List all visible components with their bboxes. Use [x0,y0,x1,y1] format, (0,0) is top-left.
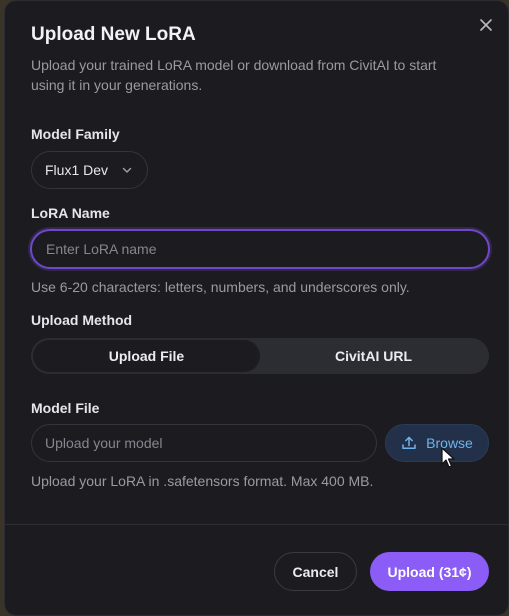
upload-method-label: Upload Method [31,312,133,328]
chevron-down-icon [122,167,132,173]
lora-name-hint: Use 6-20 characters: letters, numbers, a… [31,279,410,295]
model-file-placeholder: Upload your model [45,435,163,451]
close-button[interactable] [476,15,496,35]
footer-divider [5,524,508,525]
upload-button[interactable]: Upload (31¢) [370,552,489,591]
close-icon [480,19,492,31]
cancel-button[interactable]: Cancel [274,552,357,591]
lora-name-input[interactable] [30,229,490,269]
upload-icon [402,436,416,449]
model-family-value: Flux1 Dev [45,162,109,178]
model-family-select[interactable]: Flux1 Dev [31,151,148,189]
mouse-cursor [441,447,455,468]
dialog-title: Upload New LoRA [31,24,196,45]
upload-lora-dialog: Upload New LoRA Upload your trained LoRA… [4,0,509,616]
lora-name-label: LoRA Name [31,205,110,221]
model-family-label: Model Family [31,126,120,142]
model-file-label: Model File [31,400,100,416]
upload-method-toggle: Upload File CivitAI URL [31,338,489,374]
model-file-input[interactable]: Upload your model [31,424,377,462]
tab-civitai-url[interactable]: CivitAI URL [260,340,487,372]
model-file-hint: Upload your LoRA in .safetensors format.… [31,473,374,489]
tab-upload-file[interactable]: Upload File [33,340,260,372]
browse-button[interactable]: Browse [385,424,489,462]
dialog-subtitle: Upload your trained LoRA model or downlo… [31,57,437,93]
